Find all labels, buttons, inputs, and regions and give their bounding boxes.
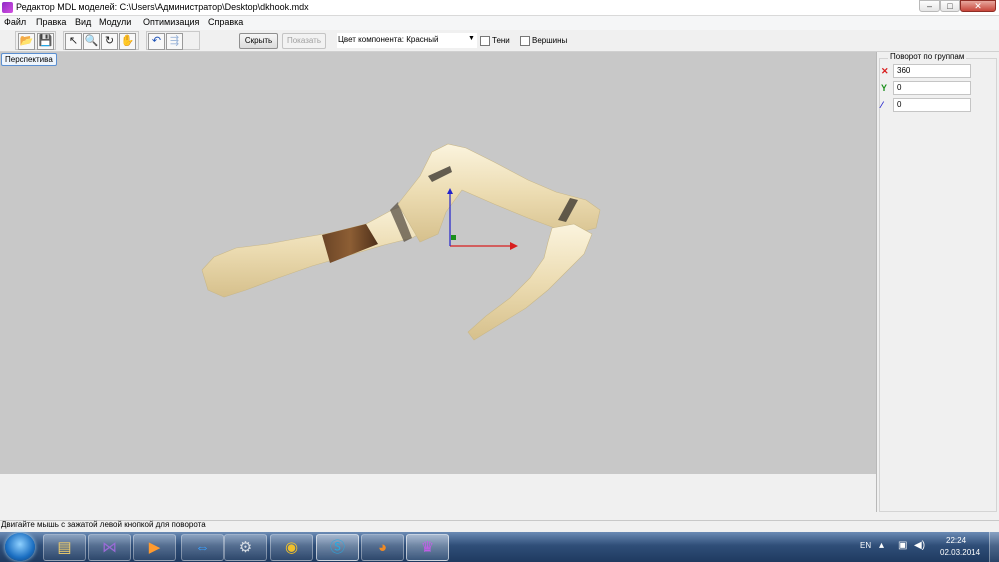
menu-view[interactable]: Вид xyxy=(75,17,91,27)
rotate-icon[interactable]: ↻ xyxy=(101,33,118,50)
minimize-button[interactable]: – xyxy=(919,0,940,12)
clock-date[interactable]: 02.03.2014 xyxy=(940,548,980,557)
folder-icon: ▤ xyxy=(57,539,72,556)
x-axis-icon: ✕ xyxy=(881,66,889,76)
visual-studio-icon: ⋈ xyxy=(102,539,117,556)
menu-help[interactable]: Справка xyxy=(208,17,243,27)
bottom-panel xyxy=(0,474,876,520)
component-color-select-value: Цвет компонента: Красный xyxy=(338,35,439,44)
pan-hand-icon[interactable]: ✋ xyxy=(119,33,136,50)
status-text: Двигайте мышь с зажатой левой кнопкой дл… xyxy=(1,520,206,529)
menu-optimization[interactable]: Оптимизация xyxy=(143,17,199,27)
tray-network-icon[interactable]: ▣ xyxy=(898,540,907,551)
steam-icon: ⚙ xyxy=(238,539,253,556)
vertices-checkbox-label: Вершины xyxy=(532,36,568,45)
window-title: Редактор MDL моделей: C:\Users\Администр… xyxy=(16,2,309,12)
vertices-checkbox[interactable] xyxy=(520,36,530,46)
show-button[interactable]: Показать xyxy=(282,33,326,49)
gizmo-x-arrow-icon xyxy=(510,242,518,250)
show-desktop-button[interactable] xyxy=(989,532,999,562)
rotation-group-title: Поворот по группам xyxy=(888,52,967,61)
skype-icon: Ⓢ xyxy=(329,539,345,556)
rotation-z-input[interactable]: 0 xyxy=(893,98,971,112)
open-file-icon[interactable]: 📂 xyxy=(18,33,35,50)
gizmo-y-marker xyxy=(451,235,456,240)
select-cursor-icon[interactable]: ↖ xyxy=(65,33,82,50)
tray-language[interactable]: EN xyxy=(860,541,871,550)
z-axis-icon: ⁄ xyxy=(881,100,883,110)
blender-icon: ◕ xyxy=(377,539,388,556)
maximize-button[interactable]: □ xyxy=(940,0,960,12)
tray-volume-icon[interactable]: ◀) xyxy=(914,540,925,551)
clock-time[interactable]: 22:24 xyxy=(946,536,966,545)
perspective-view-button[interactable]: Перспектива xyxy=(1,53,57,66)
model-hook-blade xyxy=(467,223,593,341)
start-button[interactable] xyxy=(5,533,35,561)
teamviewer-icon: ⇔ xyxy=(195,539,210,556)
menu-edit[interactable]: Правка xyxy=(36,17,66,27)
rotation-x-input[interactable]: 360 xyxy=(893,64,971,78)
shadow-checkbox[interactable] xyxy=(480,36,490,46)
save-file-icon[interactable]: 💾 xyxy=(37,33,54,50)
hide-button[interactable]: Скрыть xyxy=(239,33,278,49)
menu-file[interactable]: Файл xyxy=(4,17,26,27)
rotation-group-box xyxy=(879,58,997,512)
menu-modules[interactable]: Модули xyxy=(99,17,131,27)
zoom-icon[interactable]: 🔍 xyxy=(83,33,100,50)
app-icon xyxy=(2,2,13,13)
undo-icon[interactable]: ↶ xyxy=(148,33,165,50)
redo-icon[interactable]: ⇶ xyxy=(166,33,183,50)
chevron-down-icon[interactable]: ▼ xyxy=(468,35,475,42)
model-render[interactable] xyxy=(0,52,876,474)
chrome-icon: ◉ xyxy=(284,539,299,556)
media-player-icon: ▶ xyxy=(148,539,161,556)
rotation-y-input[interactable]: 0 xyxy=(893,81,971,95)
shadow-checkbox-label: Тени xyxy=(492,36,510,45)
y-axis-icon: Y xyxy=(881,83,888,93)
mdl-editor-icon: ♛ xyxy=(420,539,435,556)
close-button[interactable]: ✕ xyxy=(960,0,996,12)
tray-up-arrow-icon[interactable]: ▴ xyxy=(879,540,884,551)
